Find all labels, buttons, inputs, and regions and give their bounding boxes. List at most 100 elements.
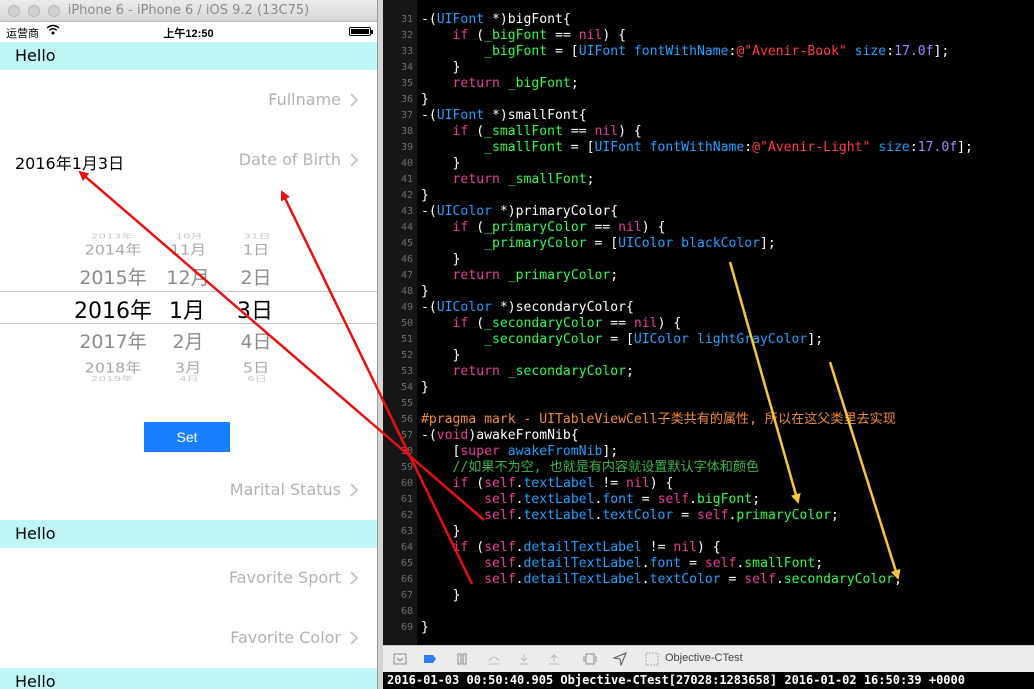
code-line[interactable]: 63 } xyxy=(383,524,1034,540)
code-line[interactable]: 62 self.textLabel.textColor = self.prima… xyxy=(383,508,1034,524)
code-line[interactable]: 53 return _secondaryColor; xyxy=(383,364,1034,380)
code-text: _secondaryColor = [UIColor lightGrayColo… xyxy=(484,332,824,347)
code-line[interactable]: 42} xyxy=(383,188,1034,204)
code-line[interactable]: 51 _secondaryColor = [UIColor lightGrayC… xyxy=(383,332,1034,348)
picker-row[interactable]: 2015年 12月 2日 xyxy=(0,263,377,295)
code-text: if (_smallFont == nil) { xyxy=(452,124,642,139)
picker-row-selected[interactable]: 2016年 1月 3日 xyxy=(0,293,377,325)
code-text: if (_secondaryColor == nil) { xyxy=(452,316,682,331)
line-number: 43 xyxy=(400,206,413,217)
cell-marital-status[interactable]: Marital Status xyxy=(0,470,377,510)
code-editor[interactable]: 31 -(UIFont *)bigFont{32 if (_bigFont == … xyxy=(383,0,1034,645)
hide-debug-area-icon[interactable] xyxy=(393,652,407,666)
code-line[interactable]: 31 -(UIFont *)bigFont{ xyxy=(383,12,1034,28)
line-number: 68 xyxy=(400,606,413,617)
code-line[interactable]: 41 return _smallFont; xyxy=(383,172,1034,188)
line-number: 55 xyxy=(400,398,413,409)
code-line[interactable]: 49 -(UIColor *)secondaryColor{ xyxy=(383,300,1034,316)
section-header: Hello xyxy=(0,520,377,548)
line-number: 59 xyxy=(400,462,413,473)
code-line[interactable]: 43 -(UIColor *)primaryColor{ xyxy=(383,204,1034,220)
code-text: } xyxy=(421,524,461,539)
code-line[interactable]: 36} xyxy=(383,92,1034,108)
pause-icon[interactable] xyxy=(455,652,469,666)
code-line[interactable]: 40 } xyxy=(383,156,1034,172)
code-line[interactable]: 34 } xyxy=(383,60,1034,76)
set-button[interactable]: Set xyxy=(144,422,230,452)
code-line[interactable]: 61 self.textLabel.font = self.bigFont; xyxy=(383,492,1034,508)
code-text: self.textLabel.textColor = self.primaryC… xyxy=(484,508,839,523)
code-line[interactable]: 69} xyxy=(383,620,1034,636)
code-text: //如果不为空, 也就是有内容就设置默认字体和颜色 xyxy=(421,460,760,475)
code-line[interactable]: 60 if (self.textLabel != nil) { xyxy=(383,476,1034,492)
step-out-icon[interactable] xyxy=(547,652,561,666)
date-picker[interactable]: 2013年 10月 31日 2014年 11月 1日 2015年 12月 2日 … xyxy=(0,218,377,390)
code-line[interactable]: 68 xyxy=(383,604,1034,620)
line-number: 36 xyxy=(400,94,413,105)
console-output[interactable]: 2016-01-03 00:50:40.905 Objective-CTest[… xyxy=(383,672,1034,689)
simulator-title-bar: iPhone 6 - iPhone 6 / iOS 9.2 (13C75) xyxy=(0,0,377,22)
code-text: } xyxy=(421,284,429,299)
ios-simulator-window: iPhone 6 - iPhone 6 / iOS 9.2 (13C75) 运营… xyxy=(0,0,377,689)
code-text: if (_primaryColor == nil) { xyxy=(452,220,666,235)
code-line[interactable]: 45 _primaryColor = [UIColor blackColor]; xyxy=(383,236,1034,252)
step-over-icon[interactable] xyxy=(487,652,501,666)
cell-fullname[interactable]: Fullname xyxy=(0,80,377,120)
cell-favorite-sport[interactable]: Favorite Sport xyxy=(0,558,377,598)
line-number: 60 xyxy=(400,478,413,489)
picker-row[interactable]: 2014年 11月 1日 xyxy=(0,238,377,265)
code-line[interactable]: 56 #pragma mark - UITableViewCell子类共有的属性,… xyxy=(383,412,1034,428)
code-line[interactable]: 35 return _bigFont; xyxy=(383,76,1034,92)
section-header-title: Hello xyxy=(15,524,56,543)
chevron-right-icon xyxy=(350,571,359,585)
code-line[interactable]: 46 } xyxy=(383,252,1034,268)
cell-favorite-color[interactable]: Favorite Color xyxy=(0,618,377,658)
code-line[interactable]: 38 if (_smallFont == nil) { xyxy=(383,124,1034,140)
code-line[interactable]: 58 [super awakeFromNib]; xyxy=(383,444,1034,460)
code-text: return _smallFont; xyxy=(452,172,595,187)
line-number: 35 xyxy=(400,78,413,89)
code-line[interactable]: 37 -(UIFont *)smallFont{ xyxy=(383,108,1034,124)
cell-detail-label: Date of Birth xyxy=(238,150,341,169)
line-number: 62 xyxy=(400,510,413,521)
section-header: Hello xyxy=(0,42,377,70)
line-number: 47 xyxy=(400,270,413,281)
code-line[interactable]: 50 if (_secondaryColor == nil) { xyxy=(383,316,1034,332)
code-line[interactable]: 54} xyxy=(383,380,1034,396)
debug-target-label[interactable]: Objective-CTest xyxy=(665,652,743,664)
simulate-location-icon[interactable] xyxy=(613,652,627,666)
code-text: } xyxy=(421,156,461,171)
breakpoints-icon[interactable] xyxy=(423,652,437,666)
code-line[interactable]: 67 } xyxy=(383,588,1034,604)
picker-row[interactable]: 2019年 4月 6日 xyxy=(0,374,377,390)
code-text: } xyxy=(421,92,429,107)
code-text: } xyxy=(421,188,429,203)
code-line[interactable]: 57 -(void)awakeFromNib{ xyxy=(383,428,1034,444)
code-line[interactable]: 47 return _primaryColor; xyxy=(383,268,1034,284)
section-header-title: Hello xyxy=(15,672,56,689)
cell-date-of-birth[interactable]: 2016年1月3日 Date of Birth xyxy=(0,140,377,180)
picker-row[interactable]: 2017年 2月 4日 xyxy=(0,327,377,359)
code-line[interactable]: 44 if (_primaryColor == nil) { xyxy=(383,220,1034,236)
code-line[interactable]: 48} xyxy=(383,284,1034,300)
code-line[interactable]: 65 self.detailTextLabel.font = self.smal… xyxy=(383,556,1034,572)
code-line[interactable]: 33 _bigFont = [UIFont fontWithName:@"Ave… xyxy=(383,44,1034,60)
code-line[interactable]: 32 if (_bigFont == nil) { xyxy=(383,28,1034,44)
cell-title-label: 2016年1月3日 xyxy=(15,154,125,173)
code-line[interactable]: 55 xyxy=(383,396,1034,412)
step-into-icon[interactable] xyxy=(517,652,531,666)
code-line[interactable]: 52 } xyxy=(383,348,1034,364)
code-line[interactable]: 59 //如果不为空, 也就是有内容就设置默认字体和颜色 xyxy=(383,460,1034,476)
debug-view-hierarchy-icon[interactable] xyxy=(583,652,597,666)
code-line[interactable]: 39 _smallFont = [UIFont fontWithName:@"A… xyxy=(383,140,1034,156)
code-line[interactable]: 64 if (self.detailTextLabel != nil) { xyxy=(383,540,1034,556)
code-line[interactable]: 66 self.detailTextLabel.textColor = self… xyxy=(383,572,1034,588)
line-number: 67 xyxy=(400,590,413,601)
line-number: 40 xyxy=(400,158,413,169)
code-text: -(UIColor *)secondaryColor{ xyxy=(421,300,634,315)
code-text: if (self.detailTextLabel != nil) { xyxy=(452,540,721,555)
line-number: 53 xyxy=(400,366,413,377)
line-number: 31 xyxy=(400,14,413,25)
line-number: 61 xyxy=(400,494,413,505)
line-number: 45 xyxy=(400,238,413,249)
